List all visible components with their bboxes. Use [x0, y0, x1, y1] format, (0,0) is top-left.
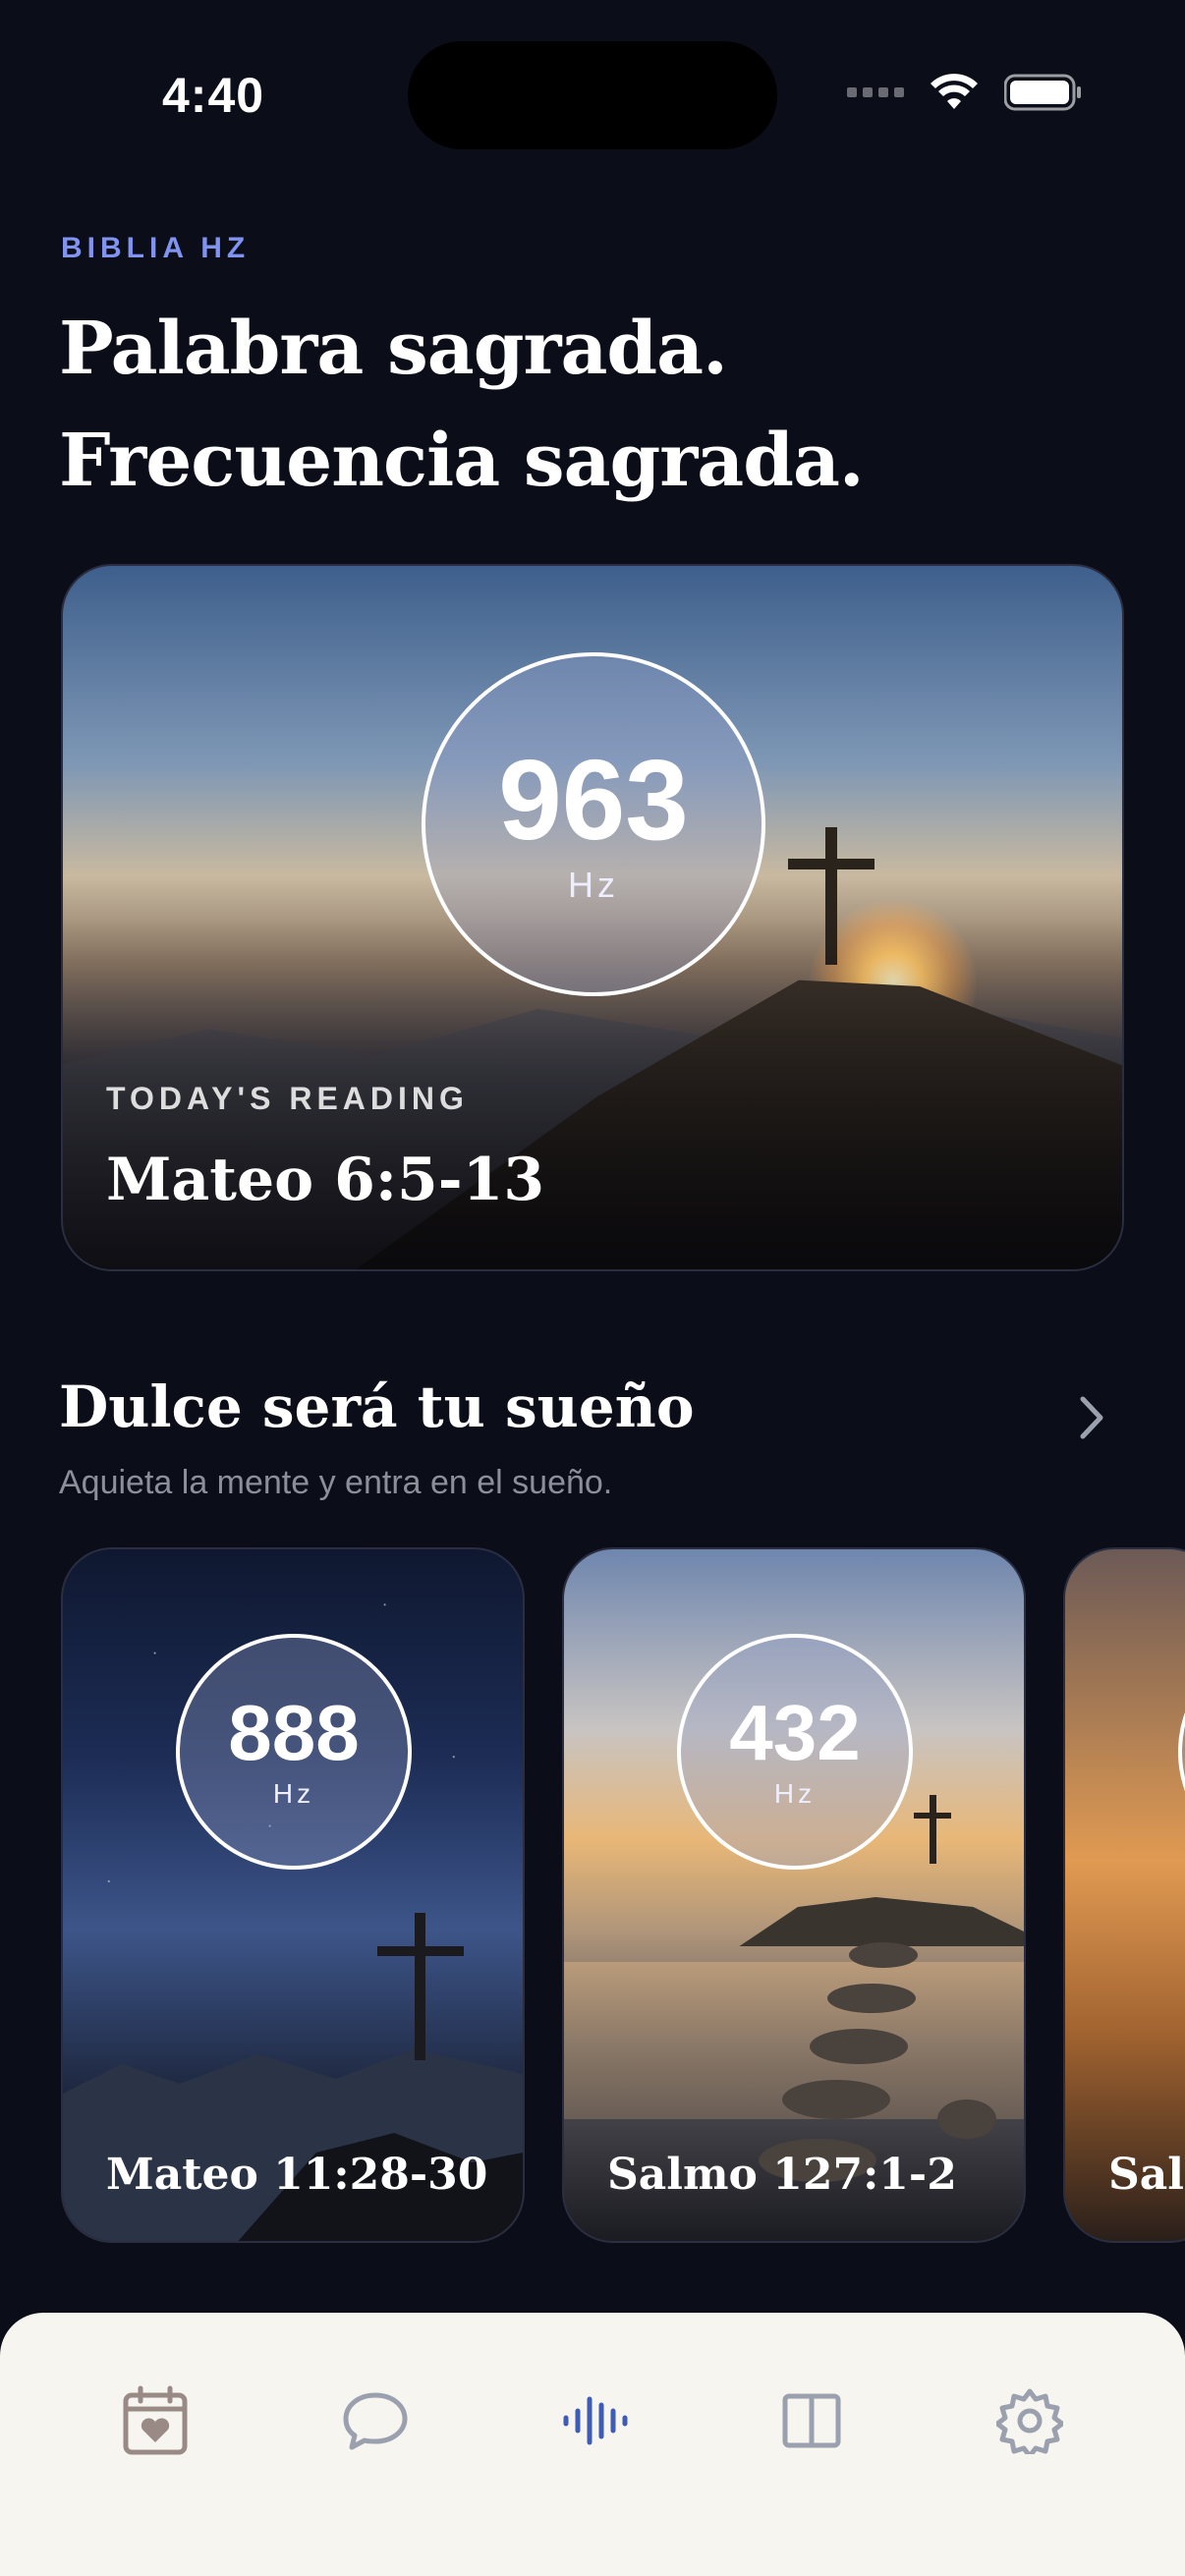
mountain-range-image: [63, 2049, 523, 2241]
sleep-card[interactable]: 432 Hz Salmo 127:1-2: [562, 1547, 1026, 2243]
headline-line-2: Frecuencia sagrada.: [59, 419, 865, 503]
wifi-icon: [931, 74, 978, 109]
reading-label: TODAY'S READING: [106, 1081, 469, 1116]
frequency-badge: 432 Hz: [677, 1634, 913, 1870]
app-eyebrow: BIBLIA HZ: [61, 232, 251, 264]
frequency-unit: Hz: [773, 1778, 817, 1809]
reading-reference: Mateo 6:5-13: [106, 1146, 545, 1214]
frequency-value: 432: [729, 1689, 861, 1776]
dynamic-island: [408, 41, 777, 149]
card-reference: Salmo 127:1-2: [607, 2150, 957, 2200]
sleep-card[interactable]: Salr: [1063, 1547, 1185, 2243]
gear-icon: [996, 2388, 1063, 2454]
battery-icon: [1004, 74, 1081, 111]
section-subtitle: Aquieta la mente y entra en el sueño.: [59, 1464, 613, 1501]
calendar-heart-icon: [123, 2385, 188, 2455]
cellular-signal-icon: [847, 87, 904, 97]
hill-image: [739, 1897, 1024, 1946]
section-title: Dulce será tu sueño: [59, 1373, 695, 1440]
tab-bible[interactable]: [772, 2381, 851, 2460]
sleep-card[interactable]: 888 Hz Mateo 11:28-30: [61, 1547, 525, 2243]
frequency-value: 963: [498, 736, 689, 864]
todays-reading-card[interactable]: 963 Hz TODAY'S READING Mateo 6:5-13: [61, 564, 1124, 1271]
waveform-icon: [563, 2396, 628, 2445]
book-icon: [782, 2393, 841, 2448]
card-reference: Salr: [1108, 2150, 1185, 2200]
frequency-value: 888: [228, 1689, 360, 1776]
card-reference: Mateo 11:28-30: [106, 2150, 488, 2200]
tab-bar: [0, 2313, 1185, 2576]
tab-devotional[interactable]: [116, 2381, 195, 2460]
frequency-unit: Hz: [568, 865, 619, 905]
page-headline: Palabra sagrada. Frecuencia sagrada.: [59, 293, 865, 517]
status-icons: [847, 73, 1083, 112]
headline-line-1: Palabra sagrada.: [59, 307, 728, 391]
chat-bubble-icon: [343, 2392, 408, 2450]
tab-frequencies[interactable]: [556, 2381, 635, 2460]
status-time: 4:40: [162, 68, 265, 123]
tab-chat[interactable]: [336, 2381, 415, 2460]
tab-settings[interactable]: [990, 2381, 1069, 2460]
frequency-badge: 963 Hz: [422, 652, 765, 996]
frequency-badge: 888 Hz: [176, 1634, 412, 1870]
frequency-unit: Hz: [272, 1778, 315, 1809]
chevron-right-icon[interactable]: [1077, 1393, 1106, 1442]
frequency-badge: [1178, 1634, 1185, 1870]
